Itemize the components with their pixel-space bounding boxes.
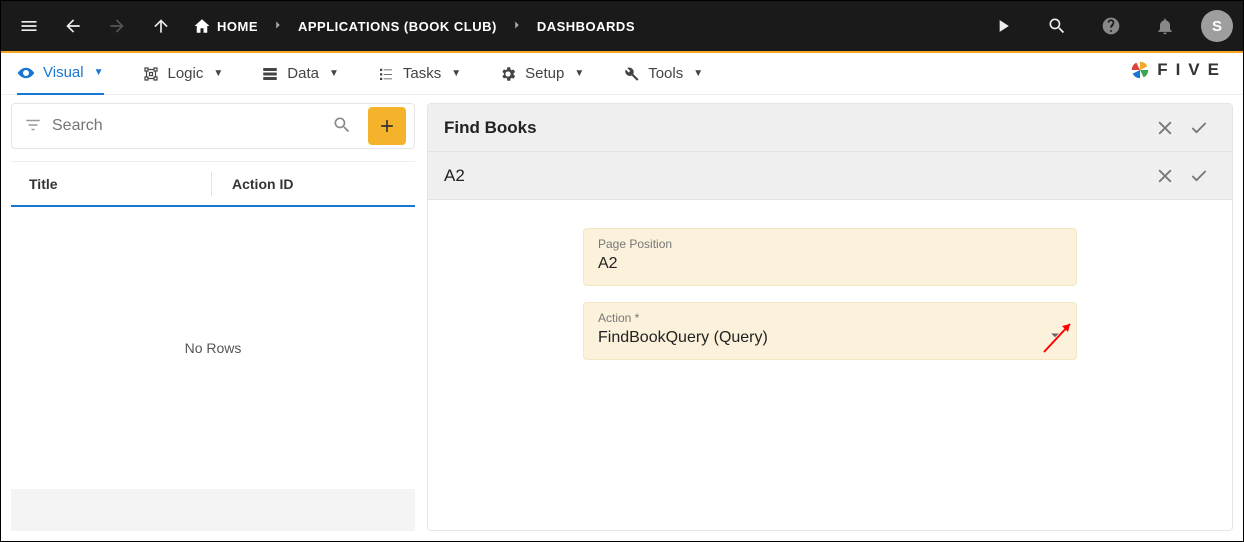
avatar-letter: S [1212, 18, 1222, 35]
empty-rows-message: No Rows [11, 207, 415, 489]
tab-data[interactable]: Data ▼ [261, 65, 339, 83]
pinwheel-icon [1129, 59, 1151, 81]
left-panel-footer [11, 489, 415, 531]
avatar[interactable]: S [1201, 10, 1233, 42]
panel-title-2: A2 [444, 166, 465, 186]
add-button[interactable] [368, 107, 406, 145]
chevron-down-icon: ▼ [329, 68, 339, 79]
help-icon[interactable] [1093, 8, 1129, 44]
tab-data-label: Data [287, 65, 319, 82]
close-icon[interactable] [1148, 159, 1182, 193]
tab-tasks[interactable]: Tasks ▼ [377, 65, 461, 83]
logo: FIVE [1129, 59, 1227, 81]
col-action-id[interactable]: Action ID [212, 176, 293, 192]
panel-header-2: A2 [428, 152, 1232, 200]
search-input[interactable] [52, 117, 322, 135]
field-action[interactable]: Action * FindBookQuery (Query) [583, 302, 1077, 360]
panel-header-1: Find Books [428, 104, 1232, 152]
field-page-position[interactable]: Page Position A2 [583, 228, 1077, 286]
col-title[interactable]: Title [11, 176, 211, 192]
play-icon[interactable] [985, 8, 1021, 44]
logo-text: FIVE [1157, 60, 1227, 80]
right-panel: Find Books A2 Page Position A2 [427, 103, 1233, 531]
tabbar: Visual ▼ Logic ▼ Data ▼ Tasks ▼ Setup ▼ … [1, 53, 1243, 95]
tab-tasks-label: Tasks [403, 65, 441, 82]
chevron-down-icon: ▼ [213, 68, 223, 79]
form-area: Page Position A2 Action * FindBookQuery … [428, 200, 1232, 530]
back-arrow-icon[interactable] [55, 8, 91, 44]
field-action-label: Action * [598, 311, 1062, 325]
breadcrumb: HOME APPLICATIONS (BOOK CLUB) DASHBOARDS [193, 17, 635, 35]
chevron-down-icon: ▼ [574, 68, 584, 79]
bell-icon[interactable] [1147, 8, 1183, 44]
breadcrumb-home-label: HOME [217, 19, 258, 34]
field-action-value: FindBookQuery (Query) [598, 329, 1062, 347]
hamburger-icon[interactable] [11, 8, 47, 44]
forward-arrow-icon [99, 8, 135, 44]
search-global-icon[interactable] [1039, 8, 1075, 44]
tab-tools-label: Tools [648, 65, 683, 82]
tab-logic-label: Logic [168, 65, 204, 82]
search-icon[interactable] [332, 115, 352, 138]
chevron-down-icon[interactable] [1046, 326, 1064, 347]
left-panel: Title Action ID No Rows [11, 103, 415, 531]
close-icon[interactable] [1148, 111, 1182, 145]
chevron-down-icon: ▼ [451, 68, 461, 79]
field-page-position-label: Page Position [598, 237, 1062, 251]
tab-visual-label: Visual [43, 64, 84, 81]
tab-setup-label: Setup [525, 65, 564, 82]
breadcrumb-dash[interactable]: DASHBOARDS [537, 19, 635, 34]
up-arrow-icon[interactable] [143, 8, 179, 44]
check-icon[interactable] [1182, 159, 1216, 193]
breadcrumb-app[interactable]: APPLICATIONS (BOOK CLUB) [298, 19, 497, 34]
field-page-position-value: A2 [598, 255, 1062, 273]
panel-title-1: Find Books [444, 118, 537, 138]
chevron-right-icon [264, 18, 292, 35]
chevron-down-icon: ▼ [693, 68, 703, 79]
tab-tools[interactable]: Tools ▼ [622, 65, 703, 83]
breadcrumb-home[interactable]: HOME [193, 17, 258, 35]
search-row [11, 103, 415, 149]
table-header: Title Action ID [11, 161, 415, 205]
check-icon[interactable] [1182, 111, 1216, 145]
chevron-down-icon: ▼ [94, 67, 104, 78]
filter-icon[interactable] [24, 116, 42, 137]
topbar: HOME APPLICATIONS (BOOK CLUB) DASHBOARDS… [1, 1, 1243, 51]
tab-setup[interactable]: Setup ▼ [499, 65, 584, 83]
chevron-right-icon [503, 18, 531, 35]
tab-logic[interactable]: Logic ▼ [142, 65, 224, 83]
tab-visual[interactable]: Visual ▼ [17, 53, 104, 95]
main-area: Title Action ID No Rows Find Books A2 [1, 95, 1243, 541]
